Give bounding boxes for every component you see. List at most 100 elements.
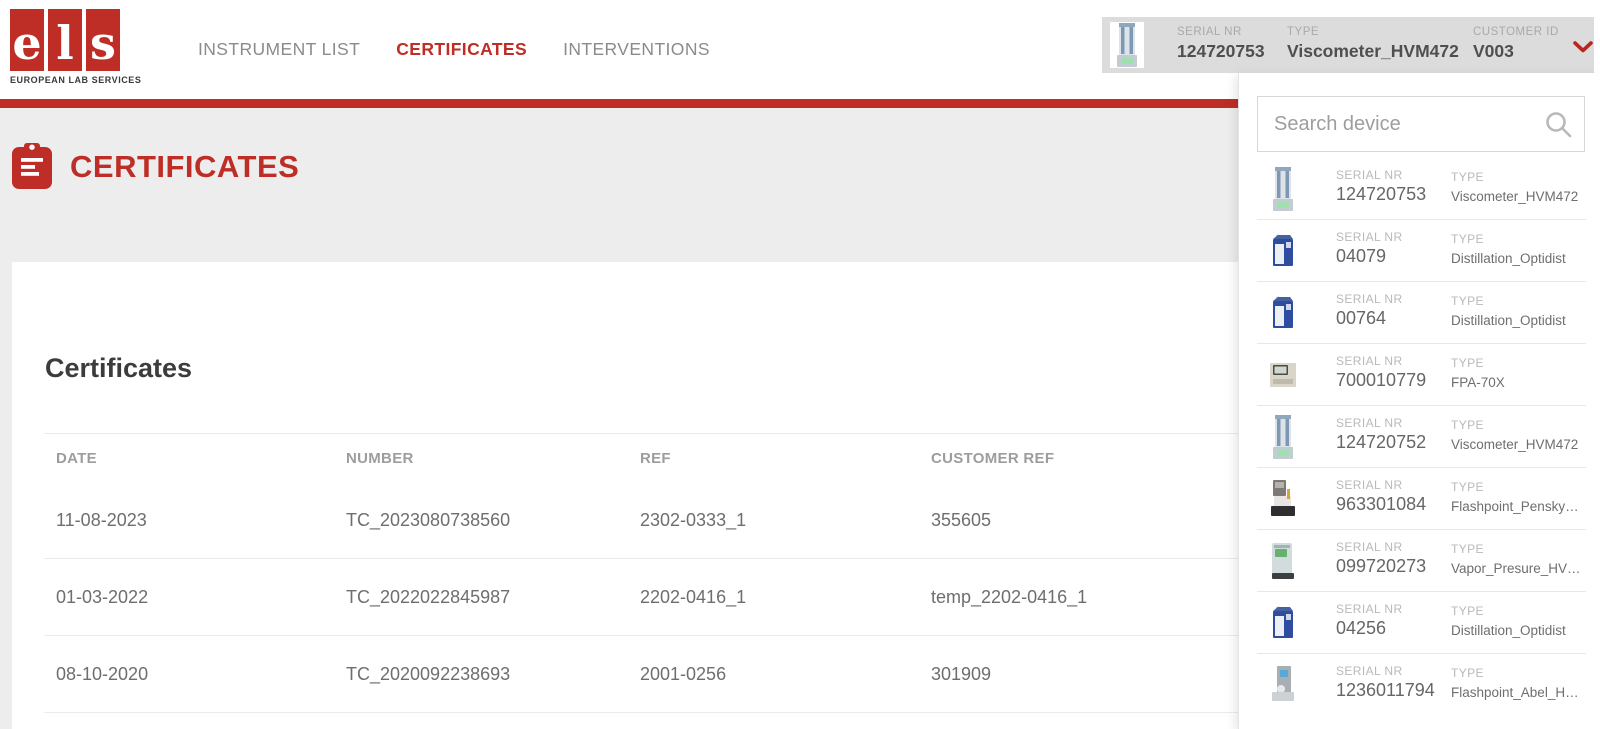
device-type-group: TYPE Distillation_Optidist (1451, 604, 1566, 638)
customer-id-value: V003 (1473, 41, 1559, 62)
customer-id-label: CUSTOMER ID (1473, 26, 1559, 38)
device-type-group: TYPE Vapor_Presure_HV… (1451, 542, 1581, 576)
device-serial-group: SERIAL NR 00764 (1336, 292, 1403, 329)
device-thumbnail-icon (1268, 226, 1298, 276)
selector-type-group: TYPE Viscometer_HVM472 (1287, 26, 1459, 62)
device-dropdown-panel: SERIAL NR 124720753 TYPE Viscometer_HVM4… (1238, 73, 1600, 729)
device-list-item[interactable]: SERIAL NR 700010779 TYPE FPA-70X (1239, 344, 1600, 406)
logo-letter: l (56, 16, 73, 70)
type-value: Distillation_Optidist (1451, 251, 1566, 266)
type-value: Flashpoint_Abel_H… (1451, 685, 1579, 700)
page-title: CERTIFICATES (70, 149, 299, 185)
device-thumbnail-icon (1268, 536, 1298, 586)
logo-letter-tile: s (86, 9, 120, 71)
type-label: TYPE (1451, 542, 1581, 556)
device-type-group: TYPE FPA-70X (1451, 356, 1505, 390)
device-thumbnail-icon (1268, 598, 1298, 648)
type-label: TYPE (1451, 232, 1566, 246)
selector-customer-group: CUSTOMER ID V003 (1473, 26, 1559, 62)
logo-letter: e (12, 16, 41, 70)
type-label: TYPE (1451, 480, 1579, 494)
type-value: Distillation_Optidist (1451, 623, 1566, 638)
device-list-item[interactable]: SERIAL NR 00764 TYPE Distillation_Optidi… (1239, 282, 1600, 344)
serial-label: SERIAL NR (1336, 354, 1426, 368)
device-type-group: TYPE Distillation_Optidist (1451, 232, 1566, 266)
type-value: Vapor_Presure_HV… (1451, 561, 1581, 576)
type-label: TYPE (1451, 170, 1578, 184)
logo-caption: EUROPEAN LAB SERVICES (10, 75, 141, 85)
device-list-item[interactable]: SERIAL NR 963301084 TYPE Flashpoint_Pens… (1239, 468, 1600, 530)
serial-value: 1236011794 (1336, 680, 1435, 701)
logo-letter-tile: e (10, 9, 44, 71)
type-value: FPA-70X (1451, 375, 1505, 390)
serial-value: 04079 (1336, 246, 1403, 267)
serial-label: SERIAL NR (1336, 602, 1403, 616)
nav-item[interactable]: INSTRUMENT LIST (198, 39, 360, 60)
device-thumbnail-icon (1268, 474, 1298, 524)
cell-ref: 2202-0416_1 (628, 587, 919, 608)
device-serial-group: SERIAL NR 04079 (1336, 230, 1403, 267)
table-column-header: REF (628, 450, 919, 467)
table-column-header: DATE (44, 450, 334, 467)
device-serial-group: SERIAL NR 124720752 (1336, 416, 1426, 453)
type-label: TYPE (1451, 418, 1578, 432)
device-list-item[interactable]: SERIAL NR 124720752 TYPE Viscometer_HVM4… (1239, 406, 1600, 468)
serial-label: SERIAL NR (1336, 230, 1403, 244)
search-device-input[interactable] (1258, 97, 1584, 151)
serial-label: SERIAL NR (1177, 26, 1265, 38)
device-list: SERIAL NR 124720753 TYPE Viscometer_HVM4… (1239, 158, 1600, 716)
device-serial-group: SERIAL NR 1236011794 (1336, 664, 1435, 701)
device-list-item[interactable]: SERIAL NR 04079 TYPE Distillation_Optidi… (1239, 220, 1600, 282)
serial-value: 700010779 (1336, 370, 1426, 391)
device-thumbnail-icon (1268, 412, 1298, 462)
serial-value: 00764 (1336, 308, 1403, 329)
device-list-item[interactable]: SERIAL NR 1236011794 TYPE Flashpoint_Abe… (1239, 654, 1600, 716)
cell-number: TC_2023080738560 (334, 510, 628, 531)
cell-ref: 2302-0333_1 (628, 510, 919, 531)
serial-value: 124720753 (1177, 41, 1265, 62)
cell-number: TC_2022022845987 (334, 587, 628, 608)
nav-item-label: INTERVENTIONS (563, 39, 710, 59)
device-list-item[interactable]: SERIAL NR 124720753 TYPE Viscometer_HVM4… (1239, 158, 1600, 220)
cell-ref: 2001-0256 (628, 664, 919, 685)
type-value: Flashpoint_Pensky… (1451, 499, 1579, 514)
type-value: Viscometer_HVM472 (1451, 437, 1578, 452)
device-list-item[interactable]: SERIAL NR 099720273 TYPE Vapor_Presure_H… (1239, 530, 1600, 592)
type-label: TYPE (1451, 356, 1505, 370)
device-type-group: TYPE Flashpoint_Pensky… (1451, 480, 1579, 514)
device-type-group: TYPE Flashpoint_Abel_H… (1451, 666, 1579, 700)
serial-label: SERIAL NR (1336, 416, 1426, 430)
device-type-group: TYPE Viscometer_HVM472 (1451, 418, 1578, 452)
serial-value: 963301084 (1336, 494, 1426, 515)
card-title: Certificates (45, 353, 192, 384)
device-thumbnail-icon (1268, 660, 1298, 710)
els-logo[interactable]: els EUROPEAN LAB SERVICES (10, 9, 141, 85)
certificates-clipboard-icon (12, 143, 52, 189)
serial-value: 04256 (1336, 618, 1403, 639)
type-label: TYPE (1451, 666, 1579, 680)
device-serial-group: SERIAL NR 04256 (1336, 602, 1403, 639)
cell-date: 01-03-2022 (44, 587, 334, 608)
chevron-down-icon[interactable] (1573, 40, 1593, 52)
device-serial-group: SERIAL NR 963301084 (1336, 478, 1426, 515)
device-serial-group: SERIAL NR 099720273 (1336, 540, 1426, 577)
device-type-group: TYPE Distillation_Optidist (1451, 294, 1566, 328)
device-serial-group: SERIAL NR 124720753 (1336, 168, 1426, 205)
device-type-group: TYPE Viscometer_HVM472 (1451, 170, 1578, 204)
cell-date: 11-08-2023 (44, 510, 334, 531)
serial-label: SERIAL NR (1336, 292, 1403, 306)
nav-item[interactable]: INTERVENTIONS (563, 39, 710, 60)
type-label: TYPE (1287, 26, 1459, 38)
device-list-item[interactable]: SERIAL NR 04256 TYPE Distillation_Optidi… (1239, 592, 1600, 654)
serial-label: SERIAL NR (1336, 168, 1426, 182)
selector-serial-group: SERIAL NR 124720753 (1177, 26, 1265, 62)
serial-label: SERIAL NR (1336, 664, 1435, 678)
serial-value: 099720273 (1336, 556, 1426, 577)
cell-date: 08-10-2020 (44, 664, 334, 685)
type-value: Viscometer_HVM472 (1451, 189, 1578, 204)
nav-item-label: CERTIFICATES (396, 39, 527, 59)
current-device-selector[interactable]: SERIAL NR 124720753 TYPE Viscometer_HVM4… (1102, 17, 1594, 73)
nav-item[interactable]: CERTIFICATES (396, 39, 527, 60)
device-search-box (1257, 96, 1585, 152)
device-thumbnail-icon (1268, 288, 1298, 338)
